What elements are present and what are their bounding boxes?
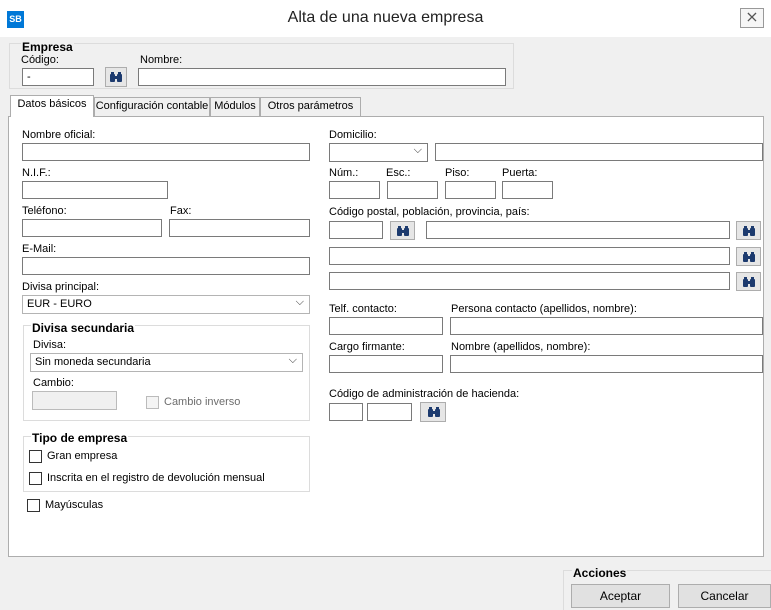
close-button[interactable]: ⨯: [740, 8, 764, 28]
nombre-oficial-input[interactable]: [22, 143, 310, 161]
fax-label: Fax:: [170, 205, 192, 217]
divisa-principal-select[interactable]: EUR - EURO ⌵: [22, 295, 310, 314]
esc-input[interactable]: [387, 181, 438, 199]
nif-label: N.I.F.:: [22, 167, 51, 179]
domicilio-tipo-select[interactable]: ⌵: [329, 143, 428, 162]
inscrita-label: Inscrita en el registro de devolución me…: [47, 472, 265, 484]
gran-empresa-checkbox[interactable]: [29, 450, 42, 463]
cambio-input[interactable]: [32, 391, 117, 410]
codigo-postal-search-button[interactable]: [390, 221, 415, 240]
pais-input[interactable]: [329, 272, 730, 290]
cargo-firmante-input[interactable]: [329, 355, 443, 373]
persona-contacto-input[interactable]: [450, 317, 763, 335]
poblacion-search-button[interactable]: [736, 221, 761, 240]
codigo-label: Código:: [21, 54, 59, 66]
provincia-input[interactable]: [329, 247, 730, 265]
chevron-down-icon: ⌵: [413, 144, 422, 156]
chevron-down-icon: ⌵: [295, 296, 304, 308]
cancelar-button[interactable]: Cancelar: [678, 584, 771, 608]
email-label: E-Mail:: [22, 243, 57, 255]
title-bar: SB Alta de una nueva empresa ⨯: [0, 0, 771, 37]
chevron-down-icon: ⌵: [288, 354, 297, 366]
num-label: Núm.:: [329, 167, 359, 179]
mayusculas-label: Mayúsculas: [45, 499, 104, 511]
codigo-hacienda-label: Código de administración de hacienda:: [329, 388, 520, 400]
aceptar-button[interactable]: Aceptar: [571, 584, 670, 608]
codigo-hacienda-input-2[interactable]: [367, 403, 412, 421]
pais-search-button[interactable]: [736, 272, 761, 291]
gran-empresa-label: Gran empresa: [47, 450, 118, 462]
close-icon: ⨯: [745, 9, 759, 26]
nif-input[interactable]: [22, 181, 168, 199]
cargo-firmante-label: Cargo firmante:: [329, 341, 405, 353]
puerta-input[interactable]: [502, 181, 553, 199]
binoculars-icon: [397, 226, 409, 236]
cambio-inverso-label: Cambio inverso: [164, 396, 241, 408]
domicilio-label: Domicilio:: [329, 129, 377, 141]
tab-datos-basicos[interactable]: Datos básicos: [10, 95, 94, 117]
esc-label: Esc.:: [386, 167, 411, 179]
binoculars-icon: [743, 226, 755, 236]
codigo-postal-label: Código postal, población, provincia, paí…: [329, 206, 530, 218]
divisa-secundaria-title: Divisa secundaria: [31, 321, 136, 335]
binoculars-icon: [428, 407, 440, 417]
tab-modulos[interactable]: Módulos: [210, 97, 260, 116]
piso-label: Piso:: [445, 167, 470, 179]
divisa-secundaria-value: Sin moneda secundaria: [35, 356, 151, 368]
divisa-secundaria-select[interactable]: Sin moneda secundaria ⌵: [30, 353, 303, 372]
provincia-search-button[interactable]: [736, 247, 761, 266]
binoculars-icon: [110, 72, 122, 82]
email-input[interactable]: [22, 257, 310, 275]
puerta-label: Puerta:: [502, 167, 538, 179]
cambio-label: Cambio:: [33, 377, 74, 389]
poblacion-input[interactable]: [426, 221, 730, 239]
codigo-hacienda-search-button[interactable]: [420, 402, 446, 422]
nombre-input[interactable]: [138, 68, 506, 86]
persona-contacto-label: Persona contacto (apellidos, nombre):: [451, 303, 637, 315]
acciones-title: Acciones: [572, 566, 628, 580]
codigo-postal-input[interactable]: [329, 221, 383, 239]
nombre-firmante-label: Nombre (apellidos, nombre):: [451, 341, 591, 353]
num-input[interactable]: [329, 181, 380, 199]
divisa-principal-label: Divisa principal:: [22, 281, 100, 293]
divisa-secundaria-label: Divisa:: [33, 339, 67, 351]
binoculars-icon: [743, 252, 755, 262]
inscrita-checkbox[interactable]: [29, 472, 42, 485]
piso-input[interactable]: [445, 181, 496, 199]
nombre-oficial-label: Nombre oficial:: [22, 129, 96, 141]
cambio-inverso-checkbox[interactable]: [146, 396, 159, 409]
divisa-principal-value: EUR - EURO: [27, 298, 92, 310]
telefono-label: Teléfono:: [22, 205, 67, 217]
domicilio-input[interactable]: [435, 143, 763, 161]
nombre-firmante-input[interactable]: [450, 355, 763, 373]
fax-input[interactable]: [169, 219, 310, 237]
window-title: Alta de una nueva empresa: [287, 9, 484, 26]
tab-configuracion-contable[interactable]: Configuración contable: [94, 97, 210, 116]
codigo-hacienda-input-1[interactable]: [329, 403, 363, 421]
telf-contacto-input[interactable]: [329, 317, 443, 335]
empresa-group-title: Empresa: [21, 40, 74, 54]
codigo-input[interactable]: -: [22, 68, 94, 86]
mayusculas-checkbox[interactable]: [27, 499, 40, 512]
codigo-search-button[interactable]: [105, 67, 127, 87]
tipo-empresa-title: Tipo de empresa: [31, 431, 129, 445]
telf-contacto-label: Telf. contacto:: [329, 303, 397, 315]
nombre-label: Nombre:: [140, 54, 183, 66]
telefono-input[interactable]: [22, 219, 162, 237]
tab-otros-parametros[interactable]: Otros parámetros: [260, 97, 361, 116]
binoculars-icon: [743, 277, 755, 287]
